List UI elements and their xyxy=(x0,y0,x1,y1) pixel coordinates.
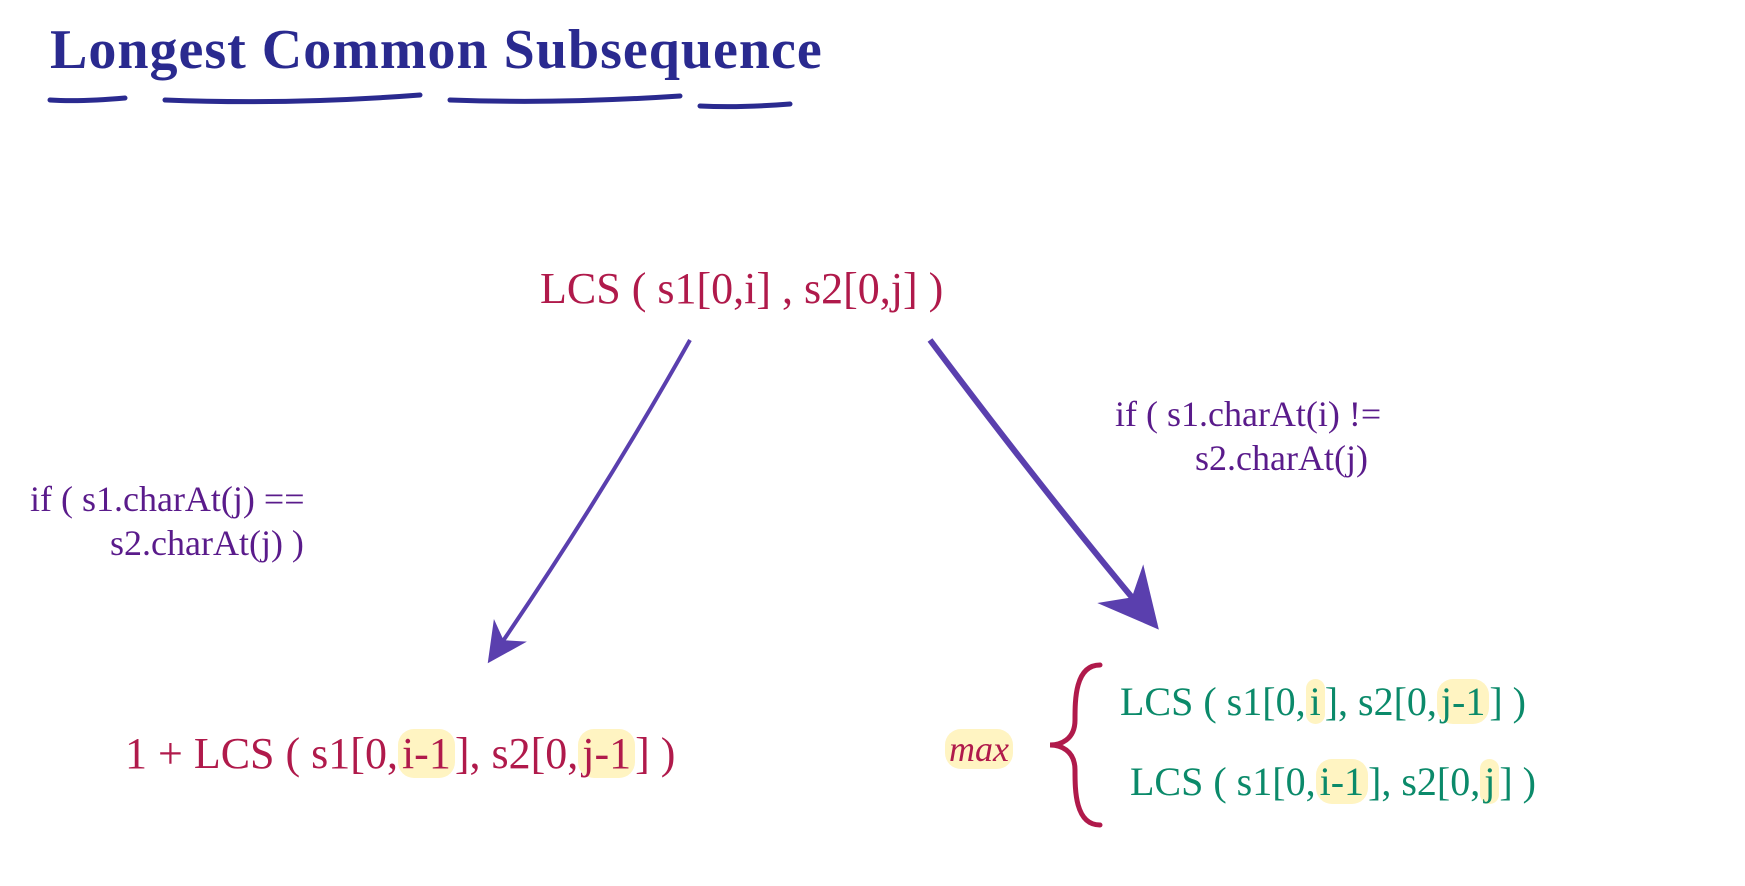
max-label: max xyxy=(945,730,1013,770)
rr1-d: j-1 xyxy=(1437,679,1489,724)
rr1-c: ], s2[0, xyxy=(1325,679,1437,724)
rr2-a: LCS ( s1[0, xyxy=(1130,759,1316,804)
rr1-b: i xyxy=(1306,679,1325,724)
left-branch-result: 1 + LCS ( s1[0,i-1], s2[0,j-1] ) xyxy=(125,730,675,778)
lr-prefix: 1 + LCS ( s1[0, xyxy=(125,729,398,778)
right-branch-result-1: LCS ( s1[0,i], s2[0,j-1] ) xyxy=(1120,680,1526,724)
right-cond-line2: s2.charAt(j) xyxy=(1195,439,1381,479)
left-arrow xyxy=(490,340,690,660)
left-branch-condition: if ( s1.charAt(j) == s2.charAt(j) ) xyxy=(30,480,305,563)
page-title: Longest Common Subsequence xyxy=(50,20,823,82)
right-arrow xyxy=(930,340,1155,625)
curly-brace xyxy=(1050,665,1100,825)
rr1-e: ] ) xyxy=(1489,679,1526,724)
left-cond-line2: s2.charAt(j) ) xyxy=(110,524,305,564)
lr-hl2: j-1 xyxy=(578,729,635,778)
lr-hl1: i-1 xyxy=(398,729,455,778)
right-branch-condition: if ( s1.charAt(i) != s2.charAt(j) xyxy=(1115,395,1381,478)
rr2-c: ], s2[0, xyxy=(1368,759,1480,804)
rr2-e: ] ) xyxy=(1499,759,1536,804)
diagram-stage: Longest Common Subsequence LCS ( s1[0,i]… xyxy=(0,0,1745,886)
rr2-b: i-1 xyxy=(1316,759,1368,804)
lr-mid2: ], s2[0, xyxy=(455,729,578,778)
rr1-a: LCS ( s1[0, xyxy=(1120,679,1306,724)
right-cond-line1: if ( s1.charAt(i) != xyxy=(1115,394,1381,434)
max-text: max xyxy=(945,729,1013,769)
rr2-d: j xyxy=(1480,759,1499,804)
left-cond-line1: if ( s1.charAt(j) == xyxy=(30,479,305,519)
lr-suffix: ] ) xyxy=(635,729,675,778)
lcs-root-expression: LCS ( s1[0,i] , s2[0,j] ) xyxy=(540,265,943,313)
right-branch-result-2: LCS ( s1[0,i-1], s2[0,j] ) xyxy=(1130,760,1536,804)
title-underline xyxy=(50,95,790,107)
